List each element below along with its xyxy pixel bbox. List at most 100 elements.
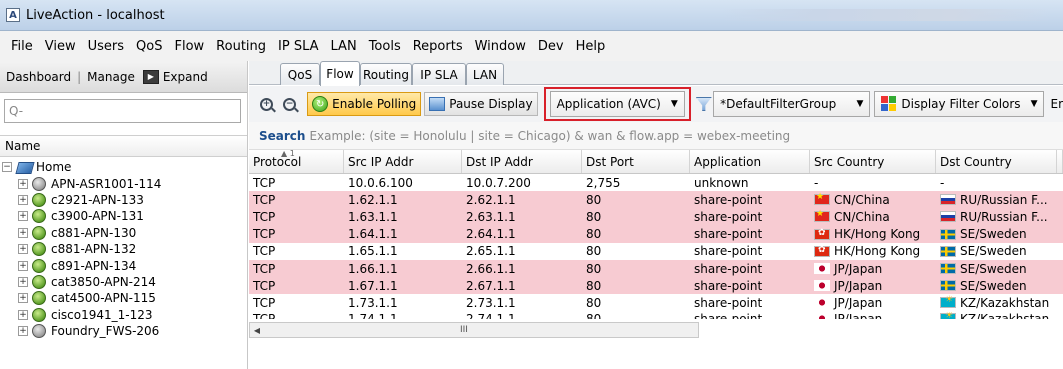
tree-node-device[interactable]: + c3900-APN-131 [2, 208, 247, 224]
expand-icon[interactable]: ▶ [142, 69, 159, 84]
toolbar-truncated-label[interactable]: Er [1050, 97, 1063, 111]
expand-node-icon[interactable]: + [18, 227, 28, 238]
menu-window[interactable]: Window [469, 39, 532, 54]
pause-display-button[interactable]: Pause Display [424, 92, 538, 116]
column-header[interactable]: Dst Country [936, 150, 1057, 173]
tree-node-device[interactable]: + cat4500-APN-115 [2, 290, 247, 306]
menu-ip-sla[interactable]: IP SLA [272, 39, 325, 54]
tree-name-header[interactable]: Name [0, 135, 247, 157]
menu-routing[interactable]: Routing [210, 39, 272, 54]
table-row[interactable]: TCP 1.73.1.1 2.73.1.1 80 share-point JP/Japan… [249, 294, 1063, 311]
table-row[interactable]: TCP 1.64.1.1 2.64.1.1 80 share-point HK/Hong … [249, 225, 1063, 243]
table-cell: TCP [249, 260, 344, 277]
filter-icon[interactable] [695, 95, 709, 113]
tree-node-device[interactable]: + cat3850-APN-214 [2, 274, 247, 290]
menu-lan[interactable]: LAN [325, 39, 363, 54]
column-header[interactable] [1057, 150, 1063, 173]
table-row[interactable]: TCP 10.0.6.100 10.0.7.200 2,755 unknown - - [249, 174, 1063, 191]
menu-flow[interactable]: Flow [168, 39, 210, 54]
tab-routing[interactable]: Routing [360, 63, 412, 85]
tab-qos[interactable]: QoS [280, 63, 320, 85]
column-header[interactable]: Dst IP Addr [462, 150, 582, 173]
cell-value: share-point [694, 227, 763, 242]
tree-node-device[interactable]: + c881-APN-130 [2, 225, 247, 241]
menu-dev[interactable]: Dev [532, 39, 570, 54]
device-filter-input[interactable]: Q- [4, 99, 241, 123]
tree-node-device[interactable]: + c881-APN-132 [2, 241, 247, 257]
cell-value: 80 [586, 261, 602, 276]
tree-node-device[interactable]: + APN-ASR1001-114 [2, 175, 247, 191]
tree-node-label: c881-APN-132 [51, 242, 137, 257]
cell-value: share-point [694, 192, 763, 207]
tree-node-device[interactable]: + cisco1941_1-123 [2, 307, 247, 323]
table-header: Protocol ▲ 1 Src IP Addr Dst IP Addr Dst Por… [249, 150, 1063, 174]
cell-value: 1.67.1.1 [348, 278, 398, 293]
tree-node-device[interactable]: + Foundry_FWS-206 [2, 323, 247, 339]
table-cell: share-point [690, 277, 810, 294]
view-select[interactable]: Application (AVC) ▼ [549, 91, 685, 117]
expand-node-icon[interactable]: + [18, 309, 28, 320]
cell-value: TCP [253, 311, 276, 319]
flag-kz-icon [940, 295, 956, 309]
search-input[interactable]: Example: (site = Honolulu | site = Chica… [309, 129, 790, 143]
filter-group-select[interactable]: *DefaultFilterGroup ▼ [713, 91, 871, 117]
expand-node-icon[interactable]: + [18, 293, 28, 304]
zoom-out-icon[interactable]: − [280, 92, 299, 116]
menu-reports[interactable]: Reports [407, 39, 469, 54]
tree-node-home[interactable]: − Home [2, 159, 247, 175]
expand-node-icon[interactable]: + [18, 211, 28, 222]
cell-value: SE/Sweden [960, 244, 1027, 259]
menu-tools[interactable]: Tools [363, 39, 407, 54]
menu-file[interactable]: File [5, 39, 39, 54]
column-header[interactable]: Src Country [810, 150, 936, 173]
cell-value: 2,755 [586, 175, 621, 190]
expand-node-icon[interactable]: + [18, 326, 28, 337]
expand-button[interactable]: Expand [163, 70, 208, 84]
table-row[interactable]: TCP 1.63.1.1 2.63.1.1 80 share-point CN/China… [249, 208, 1063, 226]
cell-value: TCP [253, 278, 276, 293]
expand-node-icon[interactable]: + [18, 178, 28, 189]
collapse-icon[interactable]: − [2, 162, 12, 173]
table-cell: 2.73.1.1 [462, 294, 582, 311]
table-body: TCP 10.0.6.100 10.0.7.200 2,755 unknown - - TCP… [249, 174, 1063, 319]
table-cell: 2.66.1.1 [462, 260, 582, 277]
expand-node-icon[interactable]: + [18, 194, 28, 205]
column-header[interactable]: Dst Port [582, 150, 690, 173]
table-row[interactable]: TCP 1.74.1.1 2.74.1.1 80 share-point JP/Japan… [249, 312, 1063, 319]
dashboard-link[interactable]: Dashboard [6, 70, 71, 84]
expand-node-icon[interactable]: + [18, 244, 28, 255]
tab-flow[interactable]: Flow [320, 61, 360, 86]
table-row[interactable]: TCP 1.66.1.1 2.66.1.1 80 share-point JP/Japan… [249, 259, 1063, 278]
menu-help[interactable]: Help [570, 39, 612, 54]
tab-ip-sla[interactable]: IP SLA [412, 63, 466, 85]
scroll-grip[interactable]: III [460, 325, 468, 335]
enable-polling-button[interactable]: ↻ Enable Polling [307, 92, 422, 116]
menu-qos[interactable]: QoS [130, 39, 168, 54]
main-panel: QoS Flow Routing IP SLA LAN + − ↻ Enable Pol… [249, 61, 1063, 369]
manage-link[interactable]: Manage [87, 70, 135, 84]
column-header[interactable]: Application [690, 150, 810, 173]
scroll-left-icon[interactable]: ◀ [250, 323, 264, 337]
table-cell: 2.65.1.1 [462, 243, 582, 260]
tree-node-device[interactable]: + c2921-APN-133 [2, 192, 247, 208]
enable-polling-label: Enable Polling [332, 97, 417, 111]
menu-users[interactable]: Users [82, 39, 130, 54]
table-row[interactable]: TCP 1.67.1.1 2.67.1.1 80 share-point JP/Japan… [249, 277, 1063, 295]
column-header-label: Src Country [814, 154, 885, 169]
expand-node-icon[interactable]: + [18, 276, 28, 287]
search-bar[interactable]: Search Example: (site = Honolulu | site … [249, 122, 1063, 150]
column-header[interactable]: Protocol ▲ 1 [249, 150, 344, 173]
table-row[interactable]: TCP 1.65.1.1 2.65.1.1 80 share-point HK/Hong … [249, 243, 1063, 260]
display-filter-colors-select[interactable]: Display Filter Colors ▼ [874, 91, 1045, 117]
tree-node-device[interactable]: + c891-APN-134 [2, 257, 247, 273]
zoom-in-icon[interactable]: + [257, 92, 276, 116]
column-header[interactable]: Src IP Addr [344, 150, 462, 173]
table-row[interactable]: TCP 1.62.1.1 2.62.1.1 80 share-point CN/China… [249, 191, 1063, 209]
tab-lan[interactable]: LAN [466, 63, 504, 85]
menu-view[interactable]: View [39, 39, 82, 54]
cell-value: RU/Russian F... [960, 209, 1048, 224]
expand-node-icon[interactable]: + [18, 260, 28, 271]
table-cell: 1.74.1.1 [344, 312, 462, 319]
table-cell: TCP [249, 226, 344, 243]
horizontal-scrollbar[interactable]: ◀ III [249, 322, 699, 338]
